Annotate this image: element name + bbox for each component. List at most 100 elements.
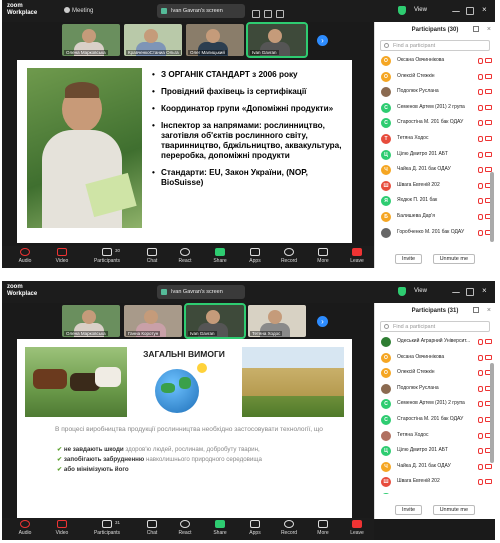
search-placeholder: Find a participant	[393, 43, 436, 49]
check-icon: ✔	[57, 456, 64, 463]
participants-panel: Participants (30) × Find a participant ОО…	[374, 22, 495, 268]
participant-row[interactable]: Тетяна Ходос	[375, 428, 495, 444]
toolbar-record-button[interactable]: Record	[274, 520, 304, 536]
scrollbar[interactable]	[490, 363, 494, 463]
next-page-icon[interactable]: ›	[317, 316, 328, 327]
screen-share-label[interactable]: Ivan Gavran's screen	[157, 285, 245, 299]
toolbar-chat-button[interactable]: Chat	[137, 248, 167, 264]
next-page-icon[interactable]: ›	[317, 35, 328, 46]
close-icon[interactable]: ×	[482, 5, 487, 14]
meeting-info[interactable]: Meeting	[64, 7, 93, 14]
screen-share-label[interactable]: Ivan Gavran's screen	[157, 4, 245, 18]
unmute-me-button[interactable]: Unmute me	[432, 505, 476, 515]
toolbar-video-button[interactable]: Video	[47, 520, 77, 536]
bullet-text: Провідний фахівець із сертифікації	[161, 87, 307, 96]
toolbar-share-button[interactable]: Share	[205, 520, 235, 536]
video-thumb-4[interactable]: Ivan Gavran	[246, 22, 308, 58]
maximize-icon[interactable]	[466, 7, 474, 15]
participant-row[interactable]: Б Балишева Дар'я	[375, 209, 495, 225]
toolbar-chat-button[interactable]: Chat	[137, 520, 167, 536]
participant-name: Старостіна М. 201 бак ОДАУ	[397, 415, 464, 422]
participant-row[interactable]: Подолюк Руслана	[375, 84, 495, 100]
video-thumb-2[interactable]: КравченкоСтаниа Ольга	[124, 24, 182, 56]
participant-row[interactable]: С Старостіна М. 201 бак ОДАУ	[375, 412, 495, 428]
toolbar-react-button[interactable]: React	[170, 248, 200, 264]
video-thumb-2[interactable]: Ганна Коротун	[124, 305, 182, 337]
annotate-icon[interactable]	[264, 10, 272, 18]
close-icon[interactable]: ×	[482, 286, 487, 295]
muted-mic-icon	[478, 104, 483, 111]
participant-row[interactable]: С Семенов Артем (201) 2 група	[375, 100, 495, 116]
participant-row[interactable]: С Семенов Артем (201) 2 група	[375, 396, 495, 412]
toolbar-share-button[interactable]: Share	[205, 248, 235, 264]
maximize-icon[interactable]	[466, 288, 474, 296]
popout-icon[interactable]	[473, 26, 479, 32]
search-input[interactable]: Find a participant	[380, 321, 490, 332]
apps-icon	[250, 520, 260, 528]
participant-row[interactable]: Подолюк Руслана	[375, 381, 495, 397]
participant-row[interactable]: О Олексій Стежкін	[375, 69, 495, 85]
participant-row[interactable]: Горобченко М. 201 бак ОДАУ	[375, 225, 495, 241]
toolbar-react-button[interactable]: React	[170, 520, 200, 536]
toolbar-participants-button[interactable]: Participants 31	[92, 520, 122, 536]
participant-row[interactable]: Ч Чайка Д. 201 бак ОДАУ	[375, 459, 495, 475]
pause-share-icon[interactable]	[252, 10, 260, 18]
avatar: С	[381, 102, 391, 113]
avatar: Ч	[381, 461, 391, 472]
invite-button[interactable]: Invite	[394, 254, 423, 264]
toolbar-label: Share	[213, 258, 227, 264]
participant-row[interactable]: ЯЯхдюк П. 201 бак	[375, 193, 495, 209]
toolbar-label: Leave	[350, 258, 364, 264]
close-panel-icon[interactable]: ×	[487, 303, 491, 319]
avatar	[381, 227, 391, 238]
toolbar-label: Share	[213, 530, 227, 536]
toolbar-more-button[interactable]: More	[308, 520, 338, 536]
toolbar-apps-button[interactable]: Apps	[240, 248, 270, 264]
video-thumb-4[interactable]: Тетяна Ходос	[248, 305, 306, 337]
view-button[interactable]: View	[414, 7, 427, 13]
participant-row[interactable]: О Олексій Стежкін	[375, 365, 495, 381]
toolbar-leave-button[interactable]: Leave	[342, 248, 372, 264]
toolbar-audio-button[interactable]: Audio	[10, 520, 40, 536]
invite-button[interactable]: Invite	[394, 505, 423, 515]
toolbar-label: Audio	[18, 258, 32, 264]
toolbar-apps-button[interactable]: Apps	[240, 520, 270, 536]
participant-row[interactable]: Т Тетяна Ходос	[375, 131, 495, 147]
participants-panel: Participants (31) × Find a participant Од…	[374, 303, 495, 519]
more-share-icon[interactable]	[276, 10, 284, 18]
close-panel-icon[interactable]: ×	[487, 22, 491, 38]
person-face	[144, 310, 158, 324]
participant-row[interactable]: ЯЯхдюк П. 201 бак	[375, 490, 495, 494]
unmute-me-button[interactable]: Unmute me	[432, 254, 476, 264]
video-thumb-3[interactable]: Ivan Gavran	[184, 303, 246, 339]
participant-row[interactable]: О Оксана Овчиннікова	[375, 53, 495, 69]
toolbar-leave-button[interactable]: Leave	[342, 520, 372, 536]
view-button[interactable]: View	[414, 288, 427, 294]
video-thumb-1[interactable]: Олена Марковська	[62, 24, 120, 56]
participant-row[interactable]: Ш Швага Евгеній 202	[375, 178, 495, 194]
participant-name: Оксана Овчиннікова	[397, 353, 445, 360]
toolbar-participants-button[interactable]: Participants 30	[92, 248, 122, 264]
participant-row[interactable]: Одеський Аграрний Університ...	[375, 334, 495, 350]
scrollbar[interactable]	[490, 172, 494, 242]
popout-icon[interactable]	[473, 307, 479, 313]
participant-row[interactable]: О Оксана Овчиннікова	[375, 350, 495, 366]
participant-row[interactable]: С Старостіна М. 201 бак ОДАУ	[375, 115, 495, 131]
participant-row[interactable]: Ц Цілю Дмитро 201 АБТ	[375, 147, 495, 163]
toolbar-audio-button[interactable]: Audio	[10, 248, 40, 264]
security-shield-icon[interactable]	[398, 287, 406, 296]
toolbar-video-button[interactable]: Video	[47, 248, 77, 264]
participant-list: Одеський Аграрний Університ... О Оксана Ов…	[375, 334, 495, 494]
video-thumb-1[interactable]: Олена Марковська	[62, 305, 120, 337]
search-input[interactable]: Find a participant	[380, 40, 490, 51]
participant-row[interactable]: Ч Чайка Д. 201 бак ОДАУ	[375, 162, 495, 178]
minimize-icon[interactable]	[452, 7, 460, 12]
video-thumb-3[interactable]: Олег Малицький	[186, 24, 244, 56]
participant-row[interactable]: Ц Цілю Дмитро 201 АБТ	[375, 443, 495, 459]
toolbar-more-button[interactable]: More	[308, 248, 338, 264]
participant-name: Чайка Д. 201 бак ОДАУ	[397, 166, 451, 173]
participant-row[interactable]: Ш Швага Евгеній 202	[375, 474, 495, 490]
minimize-icon[interactable]	[452, 288, 460, 293]
security-shield-icon[interactable]	[398, 6, 406, 15]
toolbar-record-button[interactable]: Record	[274, 248, 304, 264]
